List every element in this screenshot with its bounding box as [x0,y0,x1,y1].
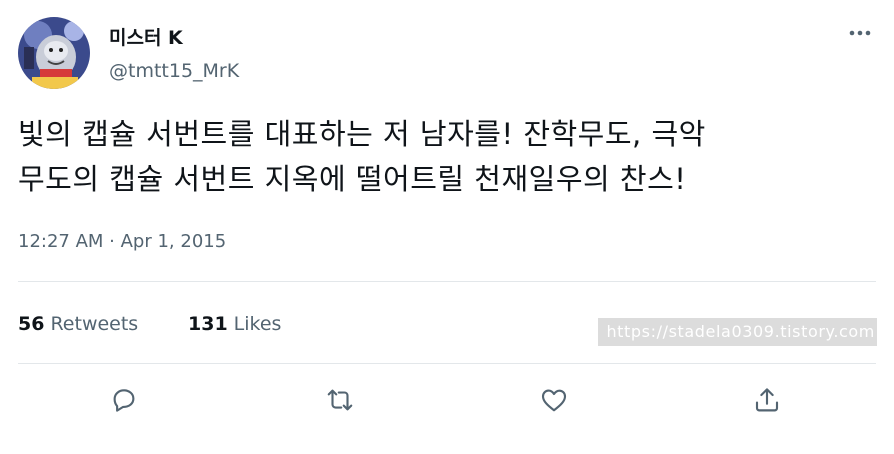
retweets-stat[interactable]: 56 Retweets [18,311,138,337]
watermark: https://stadela0309.tistory.com [598,318,877,346]
tweet-timestamp[interactable]: 12:27 AM · Apr 1, 2015 [18,229,226,255]
tweet-text-line-1: 빛의 캡슐 서번트를 대표하는 저 남자를! 잔학무도, 극악 [18,117,706,151]
like-icon[interactable] [535,381,573,419]
user-handle[interactable]: @tmtt15_MrK [109,58,239,84]
more-icon[interactable] [844,20,876,46]
reply-icon[interactable] [105,381,143,419]
share-icon[interactable] [748,381,786,419]
divider [18,363,876,364]
display-name[interactable]: 미스터 K [109,25,183,51]
tweet-text-line-2: 무도의 캡슐 서번트 지옥에 떨어트릴 천재일우의 찬스! [18,162,687,196]
tweet-text: 빛의 캡슐 서번트를 대표하는 저 남자를! 잔학무도, 극악 무도의 캡슐 서… [18,112,878,202]
avatar-image [18,17,90,89]
avatar[interactable] [18,17,90,89]
likes-stat[interactable]: 131 Likes [188,311,281,337]
likes-count: 131 [188,313,228,335]
retweets-label: Retweets [50,313,139,335]
retweets-count: 56 [18,313,45,335]
retweet-icon[interactable] [321,381,359,419]
divider [18,281,876,282]
likes-label: Likes [233,313,282,335]
